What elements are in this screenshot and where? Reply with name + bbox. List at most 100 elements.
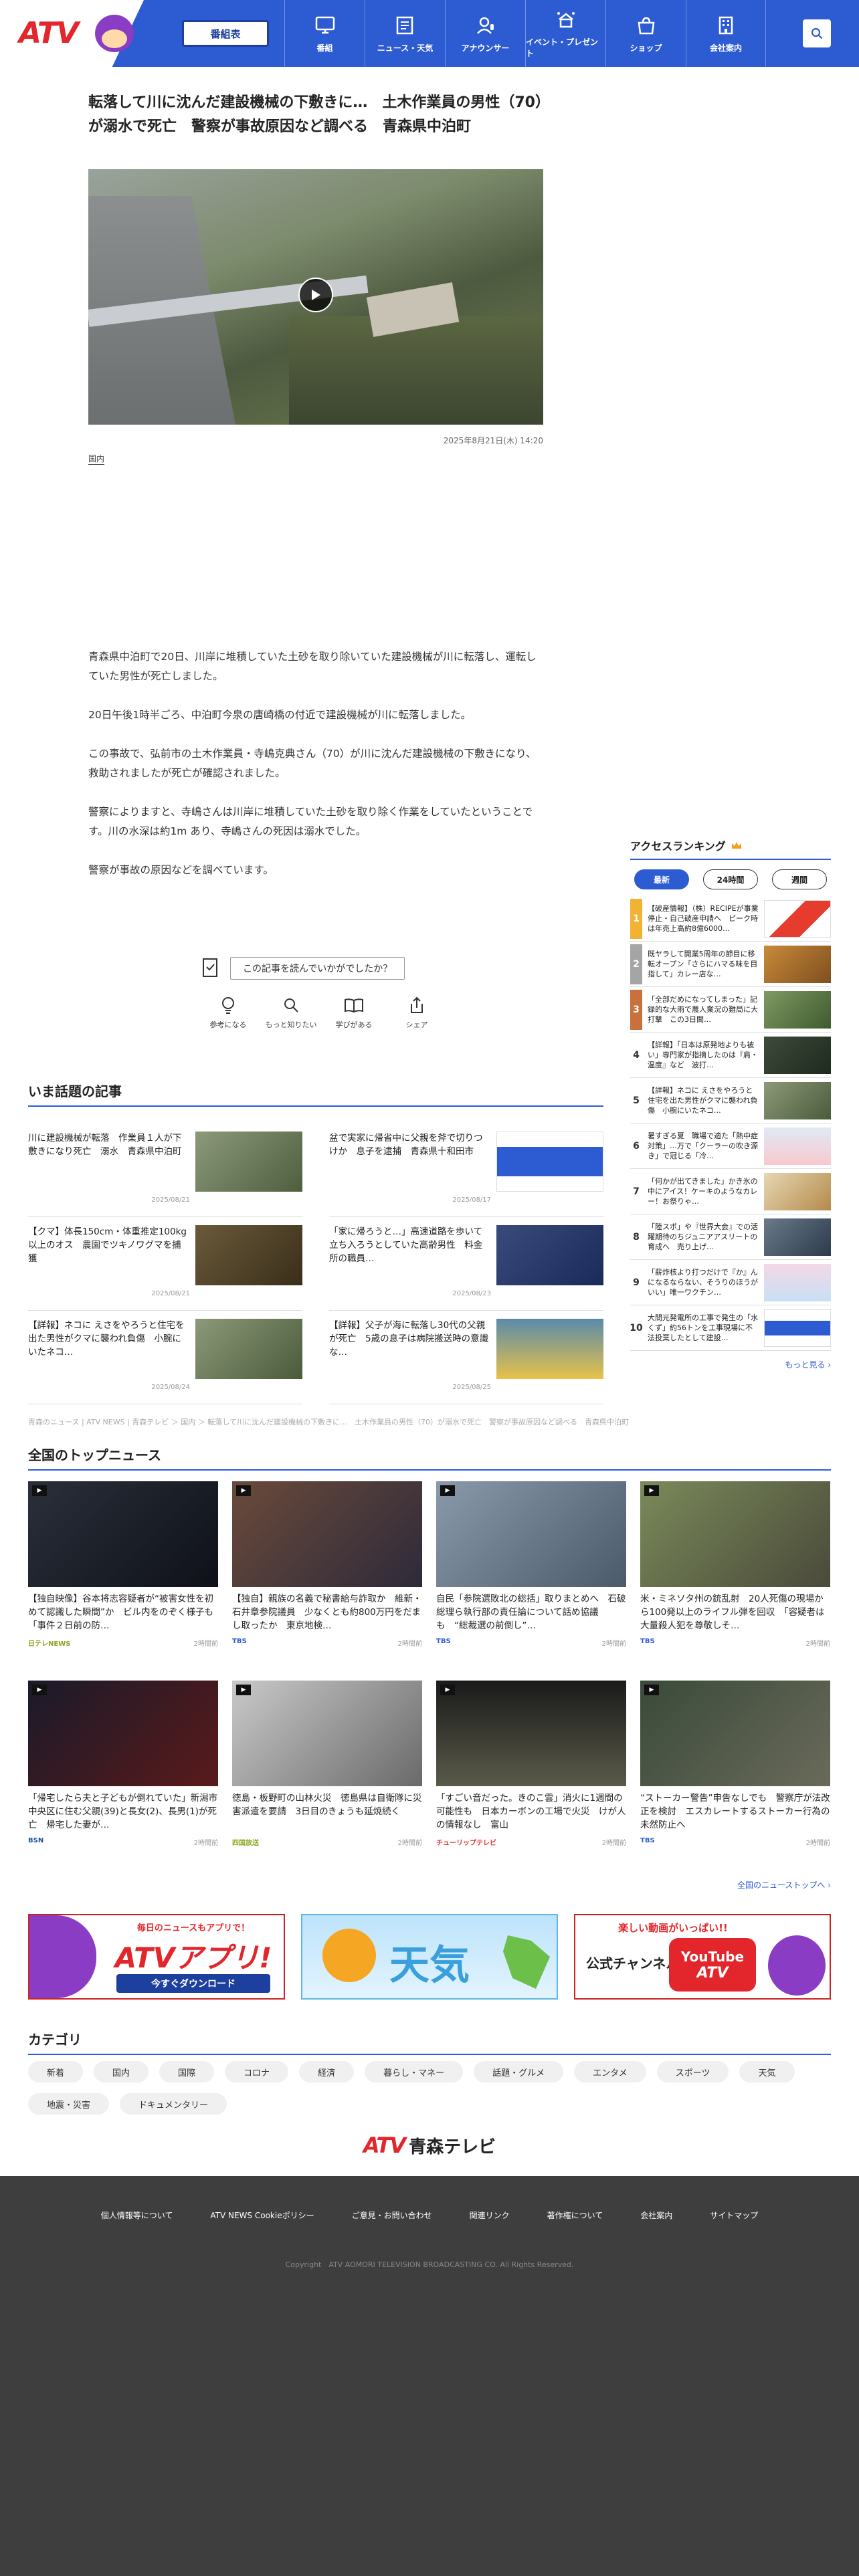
national-news-item[interactable]: ▶ “ストーカー警告”申告なしでも 警察庁が法改正を検討 エスカレートするストー… — [640, 1681, 830, 1861]
footer-link[interactable]: ご意見・お問い合わせ — [352, 2210, 432, 2221]
category-chip[interactable]: エンタメ — [574, 2061, 646, 2082]
reaction-label: シェア — [405, 1021, 428, 1029]
rank-number: 5 — [633, 1095, 640, 1106]
national-news-item[interactable]: ▶ 「すごい音だった。きのこ雲」消火に1週間の可能性も 日本カーボンの工場で火災… — [436, 1681, 626, 1861]
reaction-helpful[interactable]: 参考になる — [198, 994, 258, 1030]
play-button[interactable] — [298, 278, 333, 312]
nav-item-programs[interactable]: 番組 — [284, 0, 365, 67]
category-chip[interactable]: 暮らし・マネー — [365, 2061, 464, 2082]
video-badge-icon: ▶ — [32, 1485, 47, 1496]
category-chip[interactable]: スポーツ — [656, 2061, 729, 2082]
nav-item-events[interactable]: イベント・プレゼント — [525, 0, 605, 67]
category-chip[interactable]: 国内 — [94, 2061, 149, 2082]
trending-thumbnail — [195, 1225, 302, 1285]
banner-tagline: 楽しい動画がいっぱい!! — [618, 1922, 728, 1934]
trending-item[interactable]: 川に建設機械が転落 作業員１人が下敷きになり死亡 溺水 青森県中泊町 2025/… — [28, 1123, 302, 1217]
ranking-item[interactable]: 4 【詳報】「日本は原発地よりも被い」専門家が指摘したのは『肩・温度』など 波打… — [630, 1033, 831, 1078]
footer-link[interactable]: 著作権について — [547, 2210, 603, 2221]
category-chip[interactable]: 地震・災害 — [28, 2093, 110, 2115]
footer-link[interactable]: 関連リンク — [470, 2210, 510, 2221]
nav-item-announcers[interactable]: アナウンサー — [445, 0, 525, 67]
trending-thumbnail — [195, 1319, 302, 1379]
breadcrumb[interactable]: 青森のニュース | ATV NEWS | 青森テレビ ＞ 国内 ＞ 転落して川に… — [28, 1416, 629, 1427]
video-badge-icon: ▶ — [236, 1685, 251, 1695]
rank-number: 4 — [633, 1049, 640, 1061]
trending-item[interactable]: 「家に帰ろうと…」高速道路を歩いて立ち入ろうとしていた高齢男性 料金所の職員… … — [329, 1217, 603, 1311]
reaction-learning[interactable]: 学びがある — [324, 994, 384, 1030]
trending-item[interactable]: 【詳報】父子が海に転落し30代の父親が死亡 5歳の息子は病院搬送時の意識な… 2… — [329, 1311, 603, 1404]
ranking-item[interactable]: 7 「何かが出てきました」かき氷の中にアイス！ケーキのようなカレー！お祭りゃ… — [630, 1169, 831, 1214]
schedule-button[interactable]: 番組表 — [182, 20, 269, 47]
reaction-share[interactable]: シェア — [387, 994, 447, 1030]
ranking-title: アクセスランキング — [630, 837, 831, 860]
nav-item-company[interactable]: 会社案内 — [686, 0, 766, 67]
tab-24h[interactable]: 24時間 — [703, 869, 758, 889]
article-category-tag[interactable]: 国内 — [88, 453, 105, 465]
tab-weekly[interactable]: 週間 — [772, 869, 827, 889]
national-news-item[interactable]: ▶ 米・ミネソタ州の銃乱射 20人死傷の現場から100発以上のライフル弾を回収 … — [640, 1481, 830, 1662]
ranking-tabs: 最新 24時間 週間 — [630, 860, 831, 896]
rank-text: 大間光発電所の工事で発生の「水くず」約56トンを工事現場に不法投棄したとして建設… — [648, 1313, 758, 1342]
article-paragraph: この事故で、弘前市の土木作業員・寺嶋克典さん（70）が川に沈んだ建設機械の下敷き… — [88, 748, 537, 779]
rank-thumbnail — [764, 1127, 831, 1165]
footer-link[interactable]: ATV NEWS Cookieポリシー — [210, 2210, 314, 2221]
trending-item[interactable]: 【詳報】ネコに えさをやろうと住宅を出た男性がクマに襲われ負傷 小腕にいたネコ…… — [28, 1311, 302, 1404]
news-headline: 米・ミネソタ州の銃乱射 20人死傷の現場から100発以上のライフル弾を回収 「容… — [640, 1594, 825, 1631]
news-meta: TBS 2時間前 — [640, 1638, 830, 1648]
reaction-know-more[interactable]: もっと知りたい — [261, 994, 321, 1030]
category-chip[interactable]: 新着 — [28, 2061, 84, 2082]
rank-number: 7 — [633, 1186, 640, 1197]
national-news-item[interactable]: ▶ 徳島・板野町の山林火災 徳島県は自衛隊に災害派遣を要請 3日目のきょうも延焼… — [232, 1681, 422, 1861]
category-chip[interactable]: 話題・グルメ — [474, 2061, 564, 2082]
footer-link[interactable]: サイトマップ — [710, 2210, 758, 2221]
site-logo[interactable]: ATV — [19, 16, 79, 50]
national-news-item[interactable]: ▶ 自民「参院選敗北の総括」取りまとめへ 石破総理ら執行部の責任論について話め協… — [436, 1481, 626, 1662]
trending-text: 【詳報】ネコに えさをやろうと住宅を出た男性がクマに襲われ負傷 小腕にいたネコ… — [28, 1320, 185, 1358]
access-ranking: アクセスランキング 最新 24時間 週間 1 【破産情報】（株）RECIPEが事… — [630, 837, 831, 1370]
trending-text-wrap: 【詳報】父子が海に転落し30代の父親が死亡 5歳の息子は病院搬送時の意識な… 2… — [329, 1319, 496, 1396]
ranking-item[interactable]: 6 暑すぎる夏 職場で適た「熱中症対策」…万で「クーラーの吹き源き」で冠じる「冷… — [630, 1123, 831, 1169]
ranking-item[interactable]: 8 「陸スポ」や『世界大会』での活躍期待のちジュニアアスリートの育成へ 売り上げ… — [630, 1214, 831, 1260]
lightbulb-icon — [217, 994, 240, 1016]
video-badge-icon: ▶ — [32, 1685, 47, 1695]
national-news-item[interactable]: ▶ 「帰宅したら夫と子どもが倒れていた」新潟市中央区に住む父親(39)と長女(2… — [28, 1681, 218, 1861]
nav-label: ショップ — [630, 43, 662, 53]
ranking-item[interactable]: 10 大間光発電所の工事で発生の「水くず」約56トンを工事現場に不法投棄したとし… — [630, 1305, 831, 1351]
ranking-item[interactable]: 9 「薪炸核より打つだけで『か』んになるならない、そうりのほうがいい」唯一ワクチ… — [630, 1260, 831, 1305]
ranking-item[interactable]: 1 【破産情報】（株）RECIPEが事業停止・自己破産申請へ ピーク時は年売上高… — [630, 896, 831, 942]
ranking-more-link[interactable]: もっと見る › — [630, 1351, 831, 1370]
video-badge-icon: ▶ — [440, 1685, 455, 1695]
trending-item[interactable]: 【クマ】体長150cm・体重推定100kg以上のオス 農園でツキノワグマを捕獲 … — [28, 1217, 302, 1311]
national-news-item[interactable]: ▶ 【独自】親族の名義で秘書給与詐取か 維新・石井章参院議員 少なくとも約800… — [232, 1481, 422, 1662]
nav-label: イベント・プレゼント — [526, 37, 599, 58]
ranking-item[interactable]: 3 「全部だめになってしまった」記録的な大雨で農人業況の難局に大打撃 この3日間… — [630, 987, 831, 1033]
footer-logo-mark: ATV — [363, 2133, 406, 2158]
category-chip[interactable]: コロナ — [225, 2061, 289, 2082]
trending-item[interactable]: 盆で実家に帰省中に父親を斧で切りつけか 息子を逮捕 青森県十和田市 2025/0… — [329, 1123, 603, 1217]
footer-link[interactable]: 個人情報等について — [101, 2210, 173, 2221]
national-news-item[interactable]: ▶ 【独自映像】谷本将志容疑者が“被害女性を初めて認識した瞬間”か ビル内をのぞ… — [28, 1481, 218, 1662]
nav-item-shop[interactable]: ショップ — [605, 0, 686, 67]
footer-logo[interactable]: ATV 青森テレビ — [349, 2132, 510, 2159]
trending-text-wrap: 川に建設機械が転落 作業員１人が下敷きになり死亡 溺水 青森県中泊町 2025/… — [28, 1132, 195, 1208]
category-chip[interactable]: 天気 — [739, 2061, 795, 2082]
national-news-more-link[interactable]: 全国のニューストップへ › — [697, 1879, 831, 1891]
footer-link[interactable]: 会社案内 — [640, 2210, 672, 2221]
app-download-banner[interactable]: 毎日のニュースもアプリで！ ATVアプリ! 今すぐダウンロード — [28, 1914, 285, 2000]
trending-text: 川に建設機械が転落 作業員１人が下敷きになり死亡 溺水 青森県中泊町 — [28, 1133, 182, 1157]
trending-thumbnail — [496, 1132, 603, 1192]
youtube-banner[interactable]: 楽しい動画がいっぱい!! 公式チャンネル YouTube ATV — [574, 1914, 831, 2000]
nav-label: 番組 — [316, 43, 333, 53]
ranking-item[interactable]: 2 既ヤラして開業5周年の節目に移転オープン「さらにハマる味を目指して」カレー店… — [630, 942, 831, 987]
category-chip[interactable]: ドキュメンタリー — [120, 2093, 227, 2115]
rank-text: 既ヤラして開業5周年の節目に移転オープン「さらにハマる味を目指して」カレー店な… — [648, 950, 758, 978]
news-time: 2時間前 — [601, 1840, 626, 1847]
category-chip[interactable]: 国際 — [159, 2061, 215, 2082]
ranking-item[interactable]: 5 【詳報】ネコに えさをやろうと住宅を出た男性がクマに襲われ負傷 小腕にいたネ… — [630, 1078, 831, 1123]
weather-banner[interactable]: 天気 — [301, 1914, 558, 2000]
nav-item-news-weather[interactable]: ニュース・天気 — [365, 0, 445, 67]
search-button[interactable] — [803, 19, 831, 47]
tab-latest[interactable]: 最新 — [634, 869, 689, 889]
news-headline: 自民「参院選敗北の総括」取りまとめへ 石破総理ら執行部の責任論について話め協議も… — [436, 1594, 626, 1631]
category-chip[interactable]: 経済 — [299, 2061, 355, 2082]
